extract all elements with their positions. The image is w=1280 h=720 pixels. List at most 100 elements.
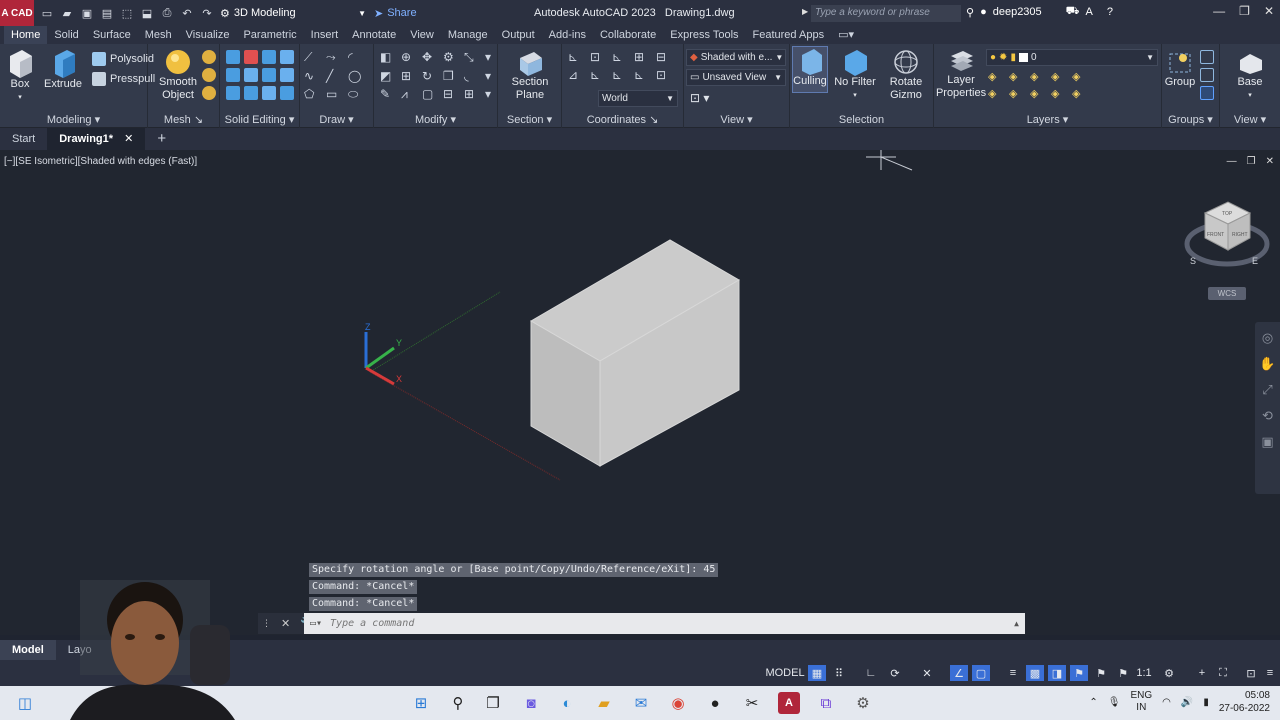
copy-icon[interactable]: ❐ bbox=[443, 69, 460, 83]
panel-label-selection[interactable]: Selection bbox=[790, 114, 933, 126]
ucs-view-icon[interactable]: ⊞ bbox=[634, 50, 652, 64]
tab-home[interactable]: Home bbox=[4, 26, 48, 44]
imprint-icon[interactable] bbox=[280, 68, 294, 82]
clock[interactable]: 05:08 27-06-2022 bbox=[1219, 689, 1270, 715]
box-button[interactable]: Box ▾ bbox=[4, 48, 36, 104]
chevron-up-icon[interactable]: ▲ bbox=[1014, 619, 1019, 628]
ucs-icon[interactable]: ⊾ bbox=[568, 50, 586, 64]
widgets-icon[interactable]: ◫ bbox=[14, 692, 36, 714]
new-icon[interactable]: ▭ bbox=[40, 6, 54, 20]
ucs-3point-icon[interactable]: ⊿ bbox=[568, 68, 586, 82]
named-view-dropdown[interactable]: ▭ Unsaved View ▼ bbox=[686, 69, 786, 86]
arc-icon[interactable]: ◜ bbox=[348, 50, 366, 65]
mesh-smooth-less-icon[interactable] bbox=[202, 68, 216, 82]
save-as-icon[interactable]: ▤ bbox=[100, 6, 114, 20]
erase-icon[interactable]: ✎ bbox=[380, 87, 397, 102]
settings-icon[interactable]: ⚙ bbox=[852, 692, 874, 714]
ucs-face-icon[interactable]: ⊡ bbox=[656, 68, 674, 82]
trim-icon[interactable]: ▢ bbox=[422, 87, 439, 102]
viewport-config-icon[interactable]: ⊡ ▾ bbox=[690, 91, 709, 105]
layer-match-icon[interactable]: ◈ bbox=[988, 87, 1005, 100]
tab-output[interactable]: Output bbox=[495, 26, 542, 44]
rotate-gizmo-button[interactable]: Rotate Gizmo bbox=[886, 48, 926, 102]
transparency-icon[interactable]: ▩ bbox=[1026, 665, 1044, 681]
panel-label-mesh[interactable]: Mesh ↘ bbox=[148, 113, 219, 126]
tab-annotate[interactable]: Annotate bbox=[345, 26, 403, 44]
chevron-right-icon[interactable]: ▶ bbox=[802, 7, 808, 16]
help-icon[interactable]: ? bbox=[1107, 6, 1113, 18]
tab-parametric[interactable]: Parametric bbox=[236, 26, 303, 44]
restore-icon[interactable]: ❐ bbox=[1239, 4, 1250, 18]
microphone-icon[interactable]: 🎙 bbox=[1108, 697, 1121, 708]
selection-cycling-icon[interactable]: ◨ bbox=[1048, 665, 1066, 681]
zoom-icon[interactable]: ⤢ bbox=[1262, 382, 1272, 398]
tab-add-ins[interactable]: Add-ins bbox=[542, 26, 593, 44]
visual-style-dropdown[interactable]: ◆ Shaded with e... ▼ bbox=[686, 49, 786, 66]
thicken-icon[interactable] bbox=[244, 68, 258, 82]
solid-box[interactable] bbox=[530, 239, 740, 467]
model-space-toggle[interactable]: MODEL bbox=[765, 665, 804, 681]
language-indicator[interactable]: ENG IN bbox=[1130, 690, 1152, 714]
construction-line-icon[interactable]: ╱ bbox=[326, 69, 344, 83]
search-icon[interactable]: ⚲ bbox=[966, 6, 974, 19]
auto-scale-icon[interactable]: ⚑ bbox=[1092, 665, 1110, 681]
battery-icon[interactable]: ▮ bbox=[1203, 697, 1209, 708]
share-button[interactable]: ➤ Share bbox=[374, 7, 417, 20]
spline-icon[interactable]: ∿ bbox=[304, 69, 322, 83]
file-explorer-icon[interactable]: ▰ bbox=[593, 692, 615, 714]
teams-chat-icon[interactable]: ◙ bbox=[520, 692, 542, 714]
osnap-tracking-icon[interactable]: ∠ bbox=[950, 665, 968, 681]
ucs-x-icon[interactable]: ⊾ bbox=[590, 68, 608, 82]
culling-button[interactable]: Culling bbox=[792, 46, 828, 93]
ucs-named-icon[interactable]: ⊡ bbox=[590, 50, 608, 64]
plot-icon[interactable]: ⎙ bbox=[160, 6, 174, 20]
chrome-icon[interactable]: ◉ bbox=[667, 692, 689, 714]
open-icon[interactable]: ▰ bbox=[60, 6, 74, 20]
tab-express-tools[interactable]: Express Tools bbox=[663, 26, 745, 44]
annotation-visibility-icon[interactable]: ⚑ bbox=[1070, 665, 1088, 681]
autocad-logo[interactable]: A CAD bbox=[0, 0, 34, 26]
isodraft-icon[interactable]: ✕ bbox=[918, 665, 936, 681]
plus-icon[interactable]: + bbox=[1194, 665, 1210, 681]
panel-label-section[interactable]: Section ▾ bbox=[498, 113, 561, 126]
viewcube[interactable]: TOP FRONT RIGHT S E bbox=[1184, 201, 1270, 267]
3d-align-icon[interactable]: ◩ bbox=[380, 69, 397, 83]
gizmo-icon[interactable]: ⚙ bbox=[443, 50, 460, 65]
fullscreen-icon[interactable]: ⛶ bbox=[1214, 665, 1232, 681]
snap-icon[interactable]: ⠿ bbox=[830, 665, 848, 681]
group-selection-icon[interactable] bbox=[1200, 86, 1214, 100]
close-icon[interactable]: ✕ bbox=[124, 133, 133, 145]
tab-model[interactable]: Model bbox=[0, 640, 56, 660]
pan-icon[interactable]: ✋ bbox=[1259, 356, 1275, 372]
layer-off-icon[interactable]: ◈ bbox=[1030, 70, 1047, 83]
tab-collaborate[interactable]: Collaborate bbox=[593, 26, 663, 44]
slice-icon[interactable] bbox=[226, 68, 240, 82]
layer-iso-icon[interactable]: ◈ bbox=[988, 70, 1005, 83]
layer-merge-icon[interactable]: ◈ bbox=[1072, 87, 1089, 100]
edge-icon[interactable]: ◐ bbox=[556, 692, 578, 714]
panel-label-coordinates[interactable]: Coordinates ↘ bbox=[562, 113, 683, 126]
ucs-origin-icon[interactable]: ⊾ bbox=[612, 50, 630, 64]
volume-icon[interactable]: 🔊 bbox=[1181, 697, 1193, 708]
panel-label-view[interactable]: View ▾ bbox=[684, 113, 789, 126]
extrude-button[interactable]: Extrude bbox=[44, 48, 82, 91]
polyline-icon[interactable]: ⤳ bbox=[326, 50, 344, 65]
undo-icon[interactable]: ↶ bbox=[180, 6, 194, 20]
smooth-object-button[interactable]: Smooth Object bbox=[158, 48, 198, 102]
tab-featured-apps[interactable]: Featured Apps bbox=[746, 26, 832, 44]
polar-icon[interactable]: ⟳ bbox=[886, 665, 904, 681]
ucs-z-icon[interactable]: ⊾ bbox=[634, 68, 652, 82]
panel-label-solid-editing[interactable]: Solid Editing ▾ bbox=[220, 113, 299, 126]
workspace-switcher[interactable]: ⚙ 3D Modeling ▼ bbox=[220, 4, 366, 22]
interfere-icon[interactable] bbox=[280, 50, 294, 64]
osnap-icon[interactable]: ▢ bbox=[972, 665, 990, 681]
scale-icon[interactable]: ⤡ bbox=[464, 50, 481, 65]
offset-icon[interactable]: ⊟ bbox=[443, 87, 460, 102]
autocad-taskbar-icon[interactable]: A bbox=[778, 692, 800, 714]
wcs-menu[interactable]: WCS bbox=[1208, 287, 1246, 300]
redo-icon[interactable]: ↷ bbox=[200, 6, 214, 20]
tab-mesh[interactable]: Mesh bbox=[138, 26, 179, 44]
intersect-icon[interactable] bbox=[262, 50, 276, 64]
move-icon[interactable]: ✥ bbox=[422, 50, 439, 65]
mail-icon[interactable]: ✉ bbox=[630, 692, 652, 714]
